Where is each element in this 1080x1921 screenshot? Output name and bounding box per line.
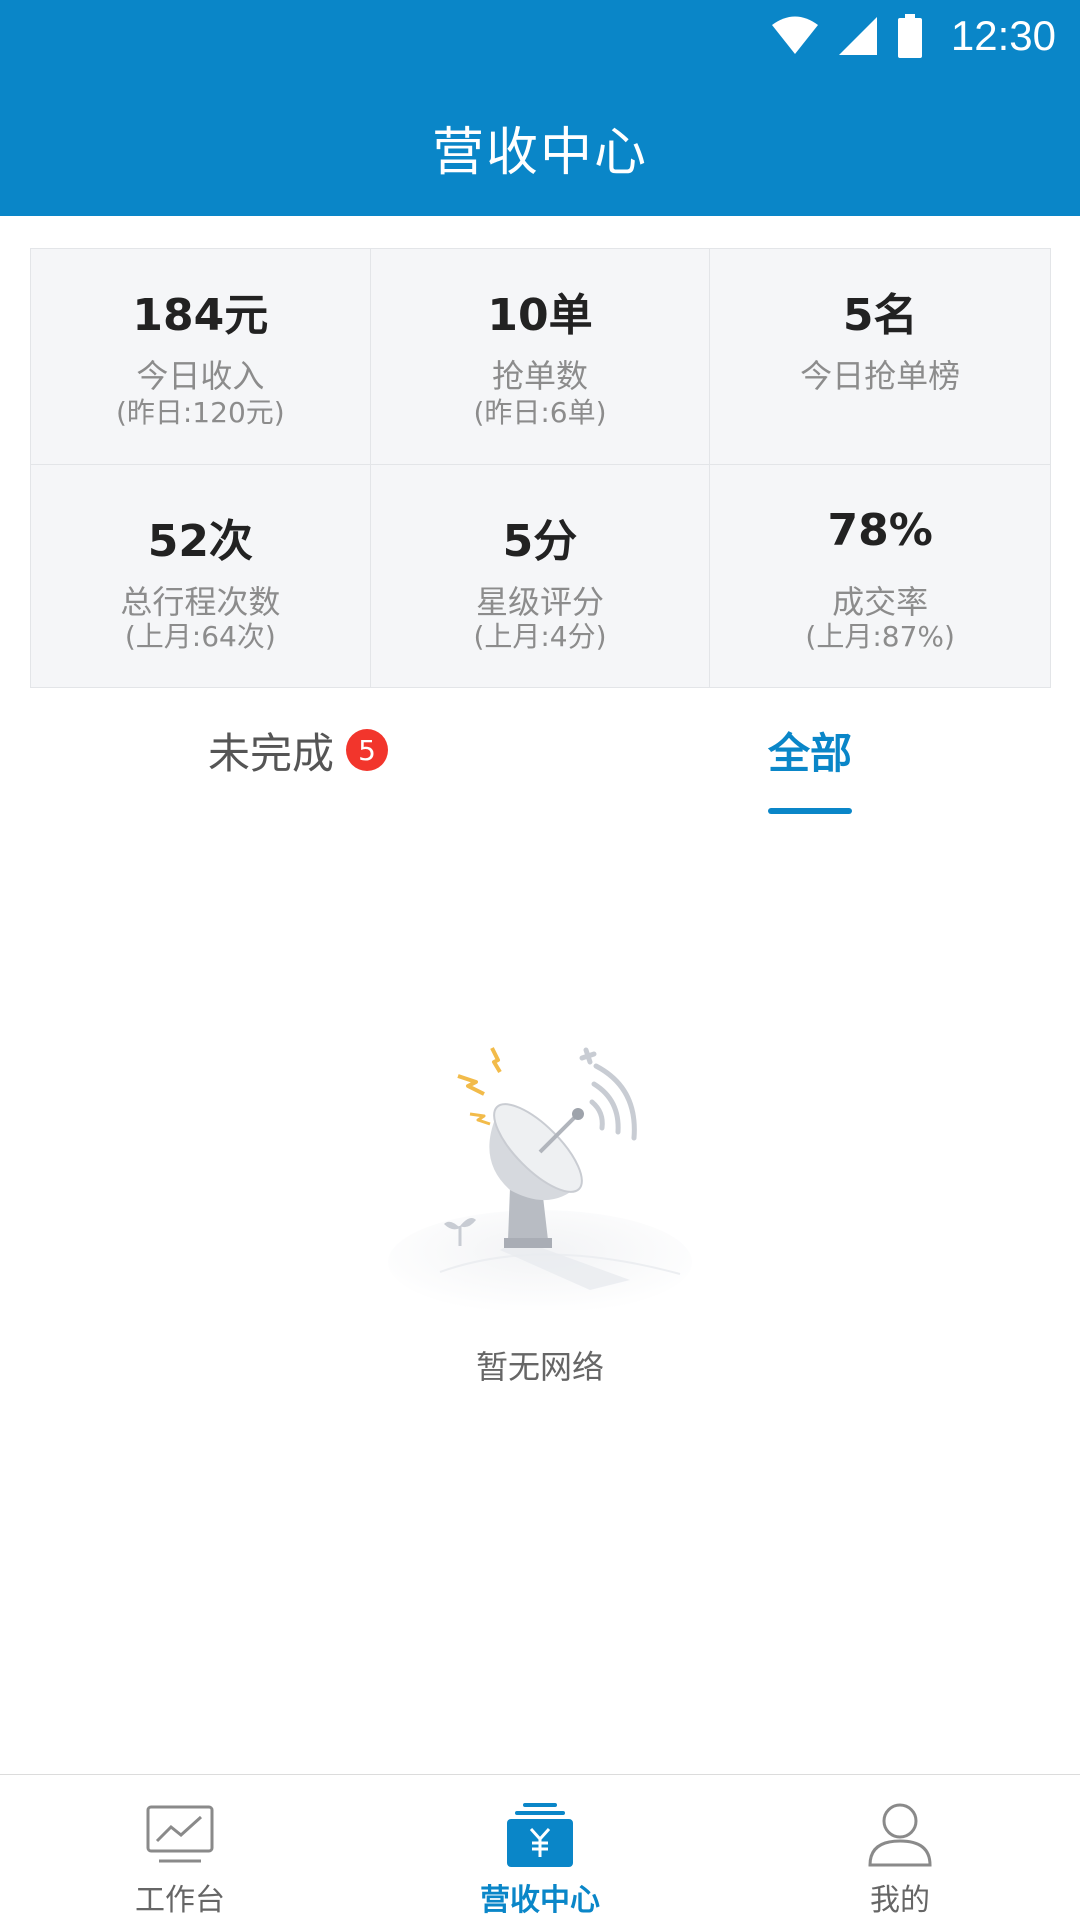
active-tab-indicator <box>768 808 852 814</box>
tab-all[interactable]: 全部 <box>768 720 852 780</box>
tab-label: 全部 <box>768 728 853 778</box>
stats-grid: 184元 今日收入 (昨日:120元) 10单 抢单数 (昨日:6单) 5名 今… <box>30 248 1051 688</box>
yuan-wallet-icon <box>507 1803 573 1867</box>
stat-value: 184元 <box>132 290 269 341</box>
stat-sub: (上月:87%) <box>805 620 955 653</box>
stat-label: 今日抢单榜 <box>800 357 961 395</box>
empty-state-text: 暂无网络 <box>475 1348 604 1386</box>
stat-grab-ranking[interactable]: 5名 今日抢单榜 <box>710 249 1050 465</box>
stat-value: 52次 <box>147 516 253 567</box>
order-tabs: 未完成 5 全部 <box>0 700 1080 820</box>
status-time: 12:30 <box>950 12 1056 59</box>
stat-conversion-rate[interactable]: 78% 成交率 (上月:87%) <box>710 465 1050 687</box>
wifi-icon <box>771 16 818 54</box>
stat-value: 78% <box>827 505 933 556</box>
tab-unfinished[interactable]: 未完成 5 <box>208 720 389 780</box>
nav-label: 营收中心 <box>480 1883 600 1918</box>
stat-value: 5分 <box>502 516 578 567</box>
nav-label: 我的 <box>870 1883 930 1918</box>
stat-star-rating[interactable]: 5分 星级评分 (上月:4分) <box>371 465 711 687</box>
page-title: 营收中心 <box>431 123 648 183</box>
stat-sub: (上月:4分) <box>473 620 607 653</box>
status-bar: 12:30 <box>771 12 1056 60</box>
nav-label: 工作台 <box>135 1883 225 1918</box>
stat-sub: (昨日:6单) <box>473 396 607 429</box>
stat-value: 5名 <box>842 290 918 341</box>
user-profile-icon <box>868 1803 932 1867</box>
nav-workbench[interactable]: 工作台 <box>80 1775 280 1921</box>
stat-value: 10单 <box>487 290 593 341</box>
nav-mine[interactable]: 我的 <box>800 1775 1000 1921</box>
satellite-dish-icon <box>388 1047 692 1310</box>
nav-revenue-center[interactable]: 营收中心 <box>440 1775 640 1921</box>
stat-today-income[interactable]: 184元 今日收入 (昨日:120元) <box>31 249 371 465</box>
stat-sub: (昨日:120元) <box>115 396 285 429</box>
unfinished-count-badge: 5 <box>346 729 389 771</box>
tab-label: 未完成 <box>208 728 335 778</box>
dashboard-chart-icon <box>146 1805 214 1863</box>
app-header: 12:30 营收中心 <box>0 0 1080 216</box>
bottom-navigation: 工作台 营收中心 我的 <box>0 1774 1080 1921</box>
stat-sub: (上月:64次) <box>124 620 276 653</box>
stat-grab-orders[interactable]: 10单 抢单数 (昨日:6单) <box>370 249 711 465</box>
signal-icon <box>838 17 877 55</box>
stat-total-trips[interactable]: 52次 总行程次数 (上月:64次) <box>31 465 371 687</box>
battery-icon <box>897 14 922 58</box>
